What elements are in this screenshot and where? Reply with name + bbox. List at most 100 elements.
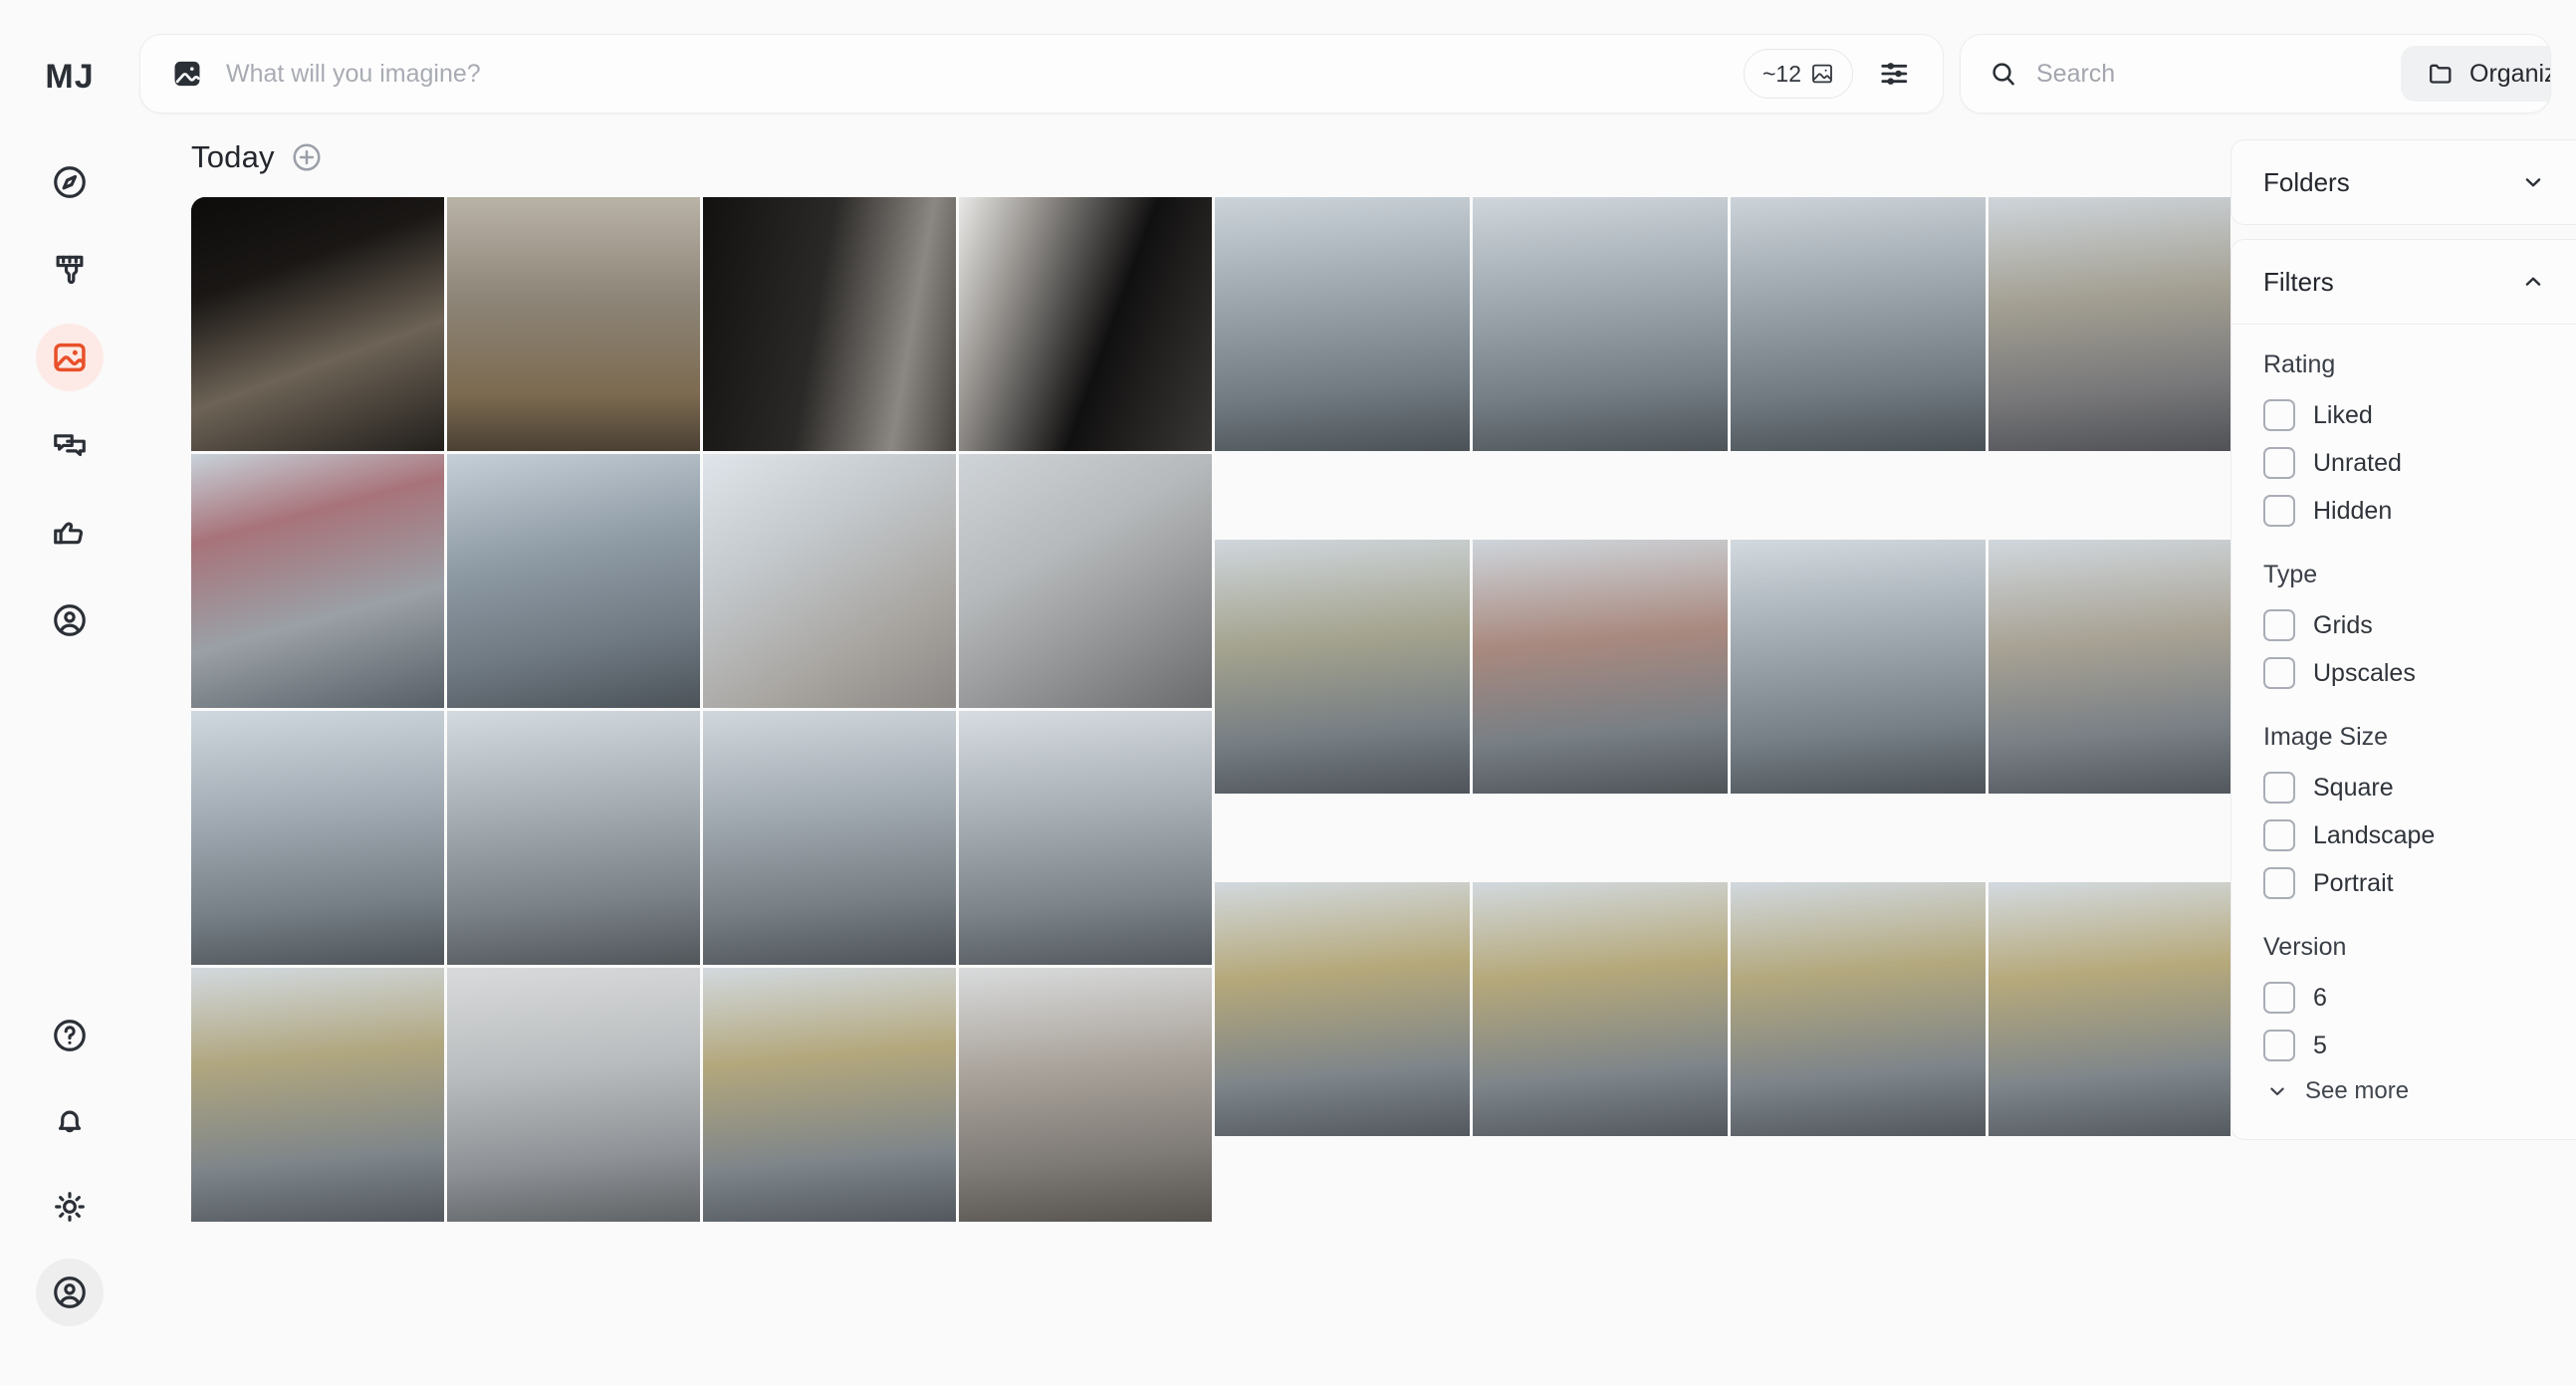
chevron-down-icon[interactable]: [2520, 169, 2546, 195]
filter-option-row[interactable]: Liked: [2263, 391, 2576, 439]
gallery-image[interactable]: [447, 197, 700, 451]
organize-button[interactable]: Organize: [2401, 46, 2550, 102]
prompt-settings-button[interactable]: [1875, 54, 1915, 94]
filter-option-row[interactable]: Grids: [2263, 601, 2576, 649]
filter-groups: Rating Liked Unrated Hidden Type Grids Upscale…: [2263, 350, 2576, 1069]
gallery-image-thumbnail: [447, 711, 700, 965]
filter-option-row[interactable]: Unrated: [2263, 439, 2576, 487]
gallery-image-thumbnail: [1215, 197, 1470, 451]
gallery-image[interactable]: [191, 711, 444, 965]
gallery-image[interactable]: [959, 711, 1212, 965]
filter-option-row[interactable]: Landscape: [2263, 811, 2576, 859]
gallery-image[interactable]: [191, 454, 444, 708]
gallery-image[interactable]: [1215, 197, 1470, 451]
gallery-image[interactable]: [1473, 882, 1728, 1136]
gallery-image[interactable]: [1473, 540, 1728, 794]
checkbox[interactable]: [2263, 495, 2295, 527]
gallery-image[interactable]: [1473, 197, 1728, 451]
sidebar-item-theme[interactable]: [36, 1173, 104, 1241]
right-sidebar: Folders Filters Rating Liked Unrated Hid…: [2230, 121, 2576, 1386]
chevron-up-icon[interactable]: [2520, 269, 2546, 295]
gallery-image-thumbnail: [191, 711, 444, 965]
filter-group-title: Image Size: [2263, 723, 2389, 751]
gallery-image[interactable]: [447, 968, 700, 1222]
filter-option-row[interactable]: Portrait: [2263, 859, 2576, 907]
checkbox[interactable]: [2263, 1030, 2295, 1061]
sidebar-item-account[interactable]: [36, 1259, 104, 1326]
sidebar-item-rate[interactable]: [36, 499, 104, 567]
filter-option-row[interactable]: Square: [2263, 764, 2576, 811]
image-icon: [54, 343, 86, 372]
gallery-image[interactable]: [1989, 882, 2230, 1136]
checkbox[interactable]: [2263, 867, 2295, 899]
filters-header[interactable]: Filters: [2231, 240, 2576, 324]
sidebar-item-gallery[interactable]: [36, 324, 104, 391]
sidebar-item-profile[interactable]: [36, 586, 104, 654]
search-bar[interactable]: Organize: [1960, 34, 2551, 114]
gallery-image[interactable]: [1731, 540, 1986, 794]
organize-label: Organize: [2469, 59, 2550, 88]
sidebar-bottom-nav: [36, 1002, 104, 1326]
gallery-image[interactable]: [447, 711, 700, 965]
brand-logo[interactable]: MJ: [45, 58, 94, 97]
gallery-image[interactable]: [1731, 882, 1986, 1136]
filter-option-label: Portrait: [2313, 868, 2394, 897]
folders-header[interactable]: Folders: [2231, 140, 2576, 224]
checkbox[interactable]: [2263, 982, 2295, 1014]
sidebar-item-help[interactable]: [36, 1002, 104, 1069]
gallery-image-thumbnail: [191, 197, 444, 451]
gallery-image[interactable]: [959, 968, 1212, 1222]
paintbrush-icon: [56, 255, 84, 285]
gallery-image[interactable]: [959, 197, 1212, 451]
gallery-image[interactable]: [1989, 540, 2230, 794]
gallery-image[interactable]: [1215, 882, 1470, 1136]
filter-option-row[interactable]: Upscales: [2263, 649, 2576, 697]
gallery-image[interactable]: [959, 454, 1212, 708]
gallery-image[interactable]: [703, 711, 956, 965]
filter-option-row[interactable]: 5: [2263, 1022, 2576, 1069]
image-icon[interactable]: [170, 57, 204, 91]
sidebar-item-notifications[interactable]: [36, 1087, 104, 1155]
left-sidebar: MJ: [0, 0, 139, 1386]
image-grid-group-left: [191, 197, 1212, 1222]
filter-group-title: Rating: [2263, 350, 2336, 378]
checkbox[interactable]: [2263, 447, 2295, 479]
filter-option-row[interactable]: 6: [2263, 974, 2576, 1022]
filter-option-row[interactable]: Hidden: [2263, 487, 2576, 535]
gallery-image[interactable]: [447, 454, 700, 708]
app-root: MJ What will you imagine? ~12 Search Org…: [0, 0, 2576, 1386]
gallery-image[interactable]: [703, 968, 956, 1222]
image-count-value: ~12: [1761, 60, 1801, 87]
see-more-button[interactable]: See more: [2263, 1077, 2576, 1105]
gallery-image-thumbnail: [1989, 882, 2230, 1136]
sidebar-item-create[interactable]: [36, 236, 104, 304]
image-count-badge[interactable]: ~12: [1743, 49, 1853, 99]
gallery-image-thumbnail: [1731, 540, 1986, 794]
gallery-image-thumbnail: [1731, 882, 1986, 1136]
filter-option-label: Landscape: [2313, 820, 2436, 849]
gallery-image-thumbnail: [447, 968, 700, 1222]
gallery-image[interactable]: [191, 197, 444, 451]
prompt-input[interactable]: [226, 59, 1744, 89]
sidebar-item-chat[interactable]: [36, 411, 104, 479]
checkbox[interactable]: [2263, 609, 2295, 641]
sliders-icon: [1881, 63, 1908, 85]
sidebar-item-explore[interactable]: [36, 148, 104, 216]
gallery-image[interactable]: [1215, 540, 1470, 794]
gallery-image[interactable]: [1989, 197, 2230, 451]
user-circle-icon: [54, 604, 86, 636]
checkbox[interactable]: [2263, 657, 2295, 689]
bell-icon: [58, 1110, 82, 1133]
gallery-image[interactable]: [703, 454, 956, 708]
prompt-bar[interactable]: ~12: [139, 34, 1944, 114]
gallery-image[interactable]: [191, 968, 444, 1222]
checkbox[interactable]: [2263, 819, 2295, 851]
search-input[interactable]: [2036, 59, 2357, 89]
plus-circle-icon[interactable]: [291, 141, 323, 173]
search-field-wrap[interactable]: [1961, 35, 2383, 113]
checkbox[interactable]: [2263, 772, 2295, 804]
gallery-image[interactable]: [703, 197, 956, 451]
checkbox[interactable]: [2263, 399, 2295, 431]
gallery-image[interactable]: [1731, 197, 1986, 451]
filter-group: Type Grids Upscales: [2263, 561, 2576, 697]
